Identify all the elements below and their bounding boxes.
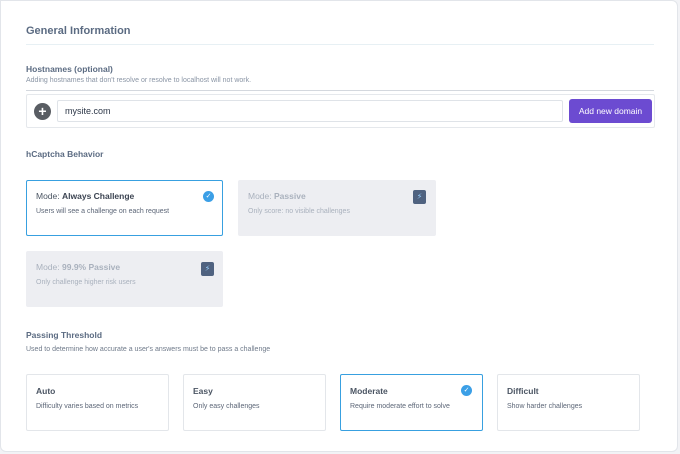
hostnames-help-text: Adding hostnames that don't resolve or r… (26, 77, 252, 84)
mode-card-99-9-passive[interactable]: Mode: 99.9% Passive Only challenge highe… (26, 251, 223, 307)
general-information-panel: General Information Hostnames (optional)… (0, 0, 678, 452)
threshold-option-difficult[interactable]: Difficult Show harder challenges (497, 374, 640, 431)
hcaptcha-behavior-heading: hCaptcha Behavior (26, 149, 104, 159)
domain-input-row: + Add new domain (26, 94, 655, 128)
threshold-option-title: Difficult (507, 386, 539, 396)
page-title: General Information (26, 25, 131, 37)
bolt-icon: ⚡ (201, 262, 214, 276)
add-new-domain-button[interactable]: Add new domain (569, 99, 652, 123)
hostnames-label: Hostnames (optional) (26, 64, 113, 74)
threshold-option-auto[interactable]: Auto Difficulty varies based on metrics (26, 374, 169, 431)
mode-card-description: Only challenge higher risk users (36, 279, 136, 286)
threshold-option-title: Auto (36, 386, 56, 396)
mode-card-description: Only score: no visible challenges (248, 208, 350, 215)
mode-card-title: Mode: Passive (248, 191, 306, 201)
threshold-option-description: Require moderate effort to solve (350, 403, 450, 410)
passing-threshold-heading: Passing Threshold (26, 330, 103, 340)
bolt-icon: ⚡ (413, 190, 426, 204)
threshold-option-description: Only easy challenges (193, 403, 260, 410)
threshold-option-description: Show harder challenges (507, 403, 583, 410)
threshold-option-description: Difficulty varies based on metrics (36, 403, 139, 410)
mode-card-title: Mode: 99.9% Passive (36, 262, 121, 272)
mode-card-description: Users will see a challenge on each reque… (36, 208, 170, 215)
threshold-option-moderate[interactable]: Moderate Require moderate effort to solv… (340, 374, 483, 431)
title-divider (26, 44, 654, 45)
plus-icon[interactable]: + (34, 103, 51, 120)
threshold-option-title: Easy (193, 386, 213, 396)
threshold-option-easy[interactable]: Easy Only easy challenges (183, 374, 326, 431)
hostnames-divider (26, 90, 654, 91)
threshold-option-title: Moderate (350, 386, 388, 396)
mode-card-always-challenge[interactable]: Mode: Always Challenge Users will see a … (26, 180, 223, 236)
check-icon: ✓ (461, 385, 472, 396)
mode-card-passive[interactable]: Mode: Passive Only score: no visible cha… (238, 180, 436, 236)
mode-card-title: Mode: Always Challenge (36, 191, 135, 201)
passing-threshold-help-text: Used to determine how accurate a user's … (26, 346, 271, 353)
check-icon: ✓ (203, 191, 214, 202)
domain-input[interactable] (57, 100, 563, 122)
